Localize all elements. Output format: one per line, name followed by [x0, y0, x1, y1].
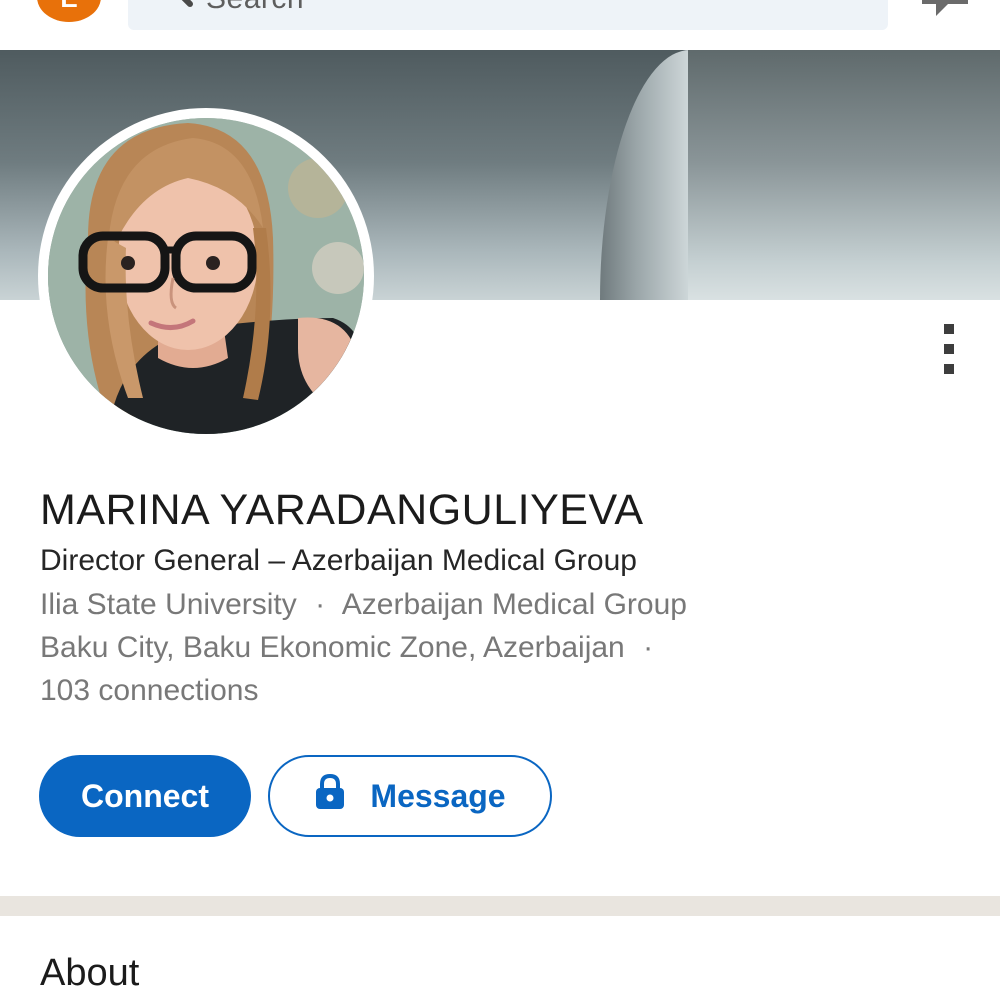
banner-right-panel: [688, 50, 1000, 300]
separator-dot: ·: [643, 631, 654, 664]
connect-button[interactable]: Connect: [39, 755, 251, 837]
profile-name: MARINA YARADANGULIYEVA: [40, 486, 644, 534]
profile-company[interactable]: Azerbaijan Medical Group: [342, 588, 687, 621]
connect-button-label: Connect: [81, 777, 209, 814]
profile-location: Baku City, Baku Ekonomic Zone, Azerbaija…: [40, 631, 625, 664]
top-bar: E Search: [0, 0, 1000, 50]
search-placeholder: Search: [206, 0, 304, 16]
message-button[interactable]: Message: [268, 755, 552, 837]
profile-photo-image: [48, 118, 364, 434]
profile-location-row: Baku City, Baku Ekonomic Zone, Azerbaija…: [40, 631, 663, 665]
about-section-title: About: [40, 952, 140, 994]
section-divider: [0, 896, 1000, 916]
profile-photo[interactable]: [38, 108, 374, 444]
profile-education[interactable]: Ilia State University: [40, 588, 297, 621]
message-button-label: Message: [370, 777, 506, 814]
profile-headline: Director General – Azerbaijan Medical Gr…: [40, 544, 637, 577]
profile-connections[interactable]: 103 connections: [40, 674, 259, 708]
messaging-icon[interactable]: [918, 0, 978, 25]
separator-dot: ·: [315, 588, 326, 621]
my-avatar[interactable]: E: [37, 0, 101, 22]
more-vertical-icon[interactable]: [938, 322, 960, 381]
banner-arc-shape: [600, 50, 690, 300]
profile-education-company: Ilia State University · Azerbaijan Medic…: [40, 588, 687, 622]
lock-icon: [314, 773, 346, 818]
search-bar[interactable]: Search: [128, 0, 888, 30]
search-icon: [156, 0, 196, 17]
